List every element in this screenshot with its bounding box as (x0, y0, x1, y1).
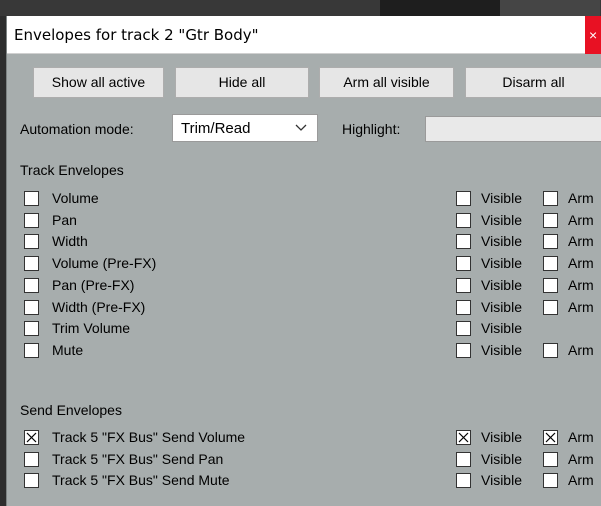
envelope-enable-checkbox[interactable] (24, 430, 39, 445)
envelope-visible-label: Visible (481, 450, 522, 467)
envelope-name: Track 5 "FX Bus" Send Volume (52, 429, 246, 445)
envelope-arm-label: Arm (568, 276, 594, 293)
automation-mode-label: Automation mode: (20, 121, 134, 137)
envelope-arm-checkbox[interactable] (543, 473, 558, 489)
envelope-enable-checkbox[interactable] (24, 451, 39, 467)
highlight-input[interactable] (425, 116, 601, 142)
envelope-enable-checkbox[interactable] (24, 234, 39, 250)
envelope-enable-checkbox[interactable] (24, 299, 39, 315)
chevron-down-icon (295, 124, 307, 131)
envelope-arm-label: Arm (568, 472, 594, 489)
envelopes-dialog: Envelopes for track 2 "Gtr Body" × Show … (6, 16, 601, 506)
envelope-visible-checkbox[interactable] (456, 430, 471, 445)
check-x-icon (26, 432, 37, 443)
envelope-arm-label: Arm (568, 341, 594, 358)
envelope-arm-checkbox[interactable] (543, 212, 558, 228)
envelope-enable-checkbox[interactable] (24, 191, 39, 206)
envelope-arm-label: Arm (568, 450, 594, 467)
envelope-arm-checkbox[interactable] (543, 342, 558, 358)
close-icon: × (589, 27, 598, 43)
envelope-name: Pan (52, 211, 77, 228)
envelope-visible-label: Visible (481, 233, 522, 250)
envelope-arm-checkbox[interactable] (543, 451, 558, 467)
envelope-arm-checkbox[interactable] (543, 299, 558, 315)
envelope-visible-checkbox[interactable] (456, 212, 471, 228)
envelope-name: Width (52, 233, 88, 250)
envelope-visible-checkbox[interactable] (456, 256, 471, 272)
envelope-enable-checkbox[interactable] (24, 212, 39, 228)
envelope-enable-checkbox[interactable] (24, 473, 39, 489)
envelope-arm-label: Arm (568, 429, 594, 445)
envelope-arm-checkbox[interactable] (543, 234, 558, 250)
envelope-visible-checkbox[interactable] (456, 473, 471, 489)
track-envelopes-heading: Track Envelopes (20, 162, 124, 178)
envelope-arm-label: Arm (568, 233, 594, 250)
title-bar[interactable]: Envelopes for track 2 "Gtr Body" × (7, 16, 601, 54)
background-window-segment (500, 0, 600, 16)
envelope-visible-checkbox[interactable] (456, 277, 471, 293)
close-button[interactable]: × (585, 16, 601, 54)
envelope-visible-label: Visible (481, 341, 522, 358)
disarm-all-button[interactable]: Disarm all (465, 67, 601, 98)
envelope-enable-checkbox[interactable] (24, 277, 39, 293)
background-window-segment (380, 0, 500, 16)
envelope-visible-checkbox[interactable] (456, 321, 471, 337)
envelope-name: Volume (52, 190, 99, 206)
show-all-active-button[interactable]: Show all active (33, 67, 164, 98)
envelope-visible-label: Visible (481, 190, 522, 206)
envelope-name: Width (Pre-FX) (52, 298, 146, 315)
send-envelopes-heading: Send Envelopes (20, 402, 122, 418)
envelope-visible-checkbox[interactable] (456, 191, 471, 206)
envelope-name: Mute (52, 341, 84, 358)
envelope-arm-label: Arm (568, 190, 594, 206)
envelope-visible-checkbox[interactable] (456, 342, 471, 358)
envelope-enable-checkbox[interactable] (24, 321, 39, 337)
envelope-name: Trim Volume (52, 320, 131, 337)
envelope-arm-label: Arm (568, 255, 594, 272)
envelope-visible-checkbox[interactable] (456, 234, 471, 250)
envelope-name: Pan (Pre-FX) (52, 276, 135, 293)
envelope-arm-label: Arm (568, 298, 594, 315)
envelope-visible-label: Visible (481, 276, 522, 293)
automation-mode-select[interactable]: Trim/Read (172, 114, 318, 142)
window-title: Envelopes for track 2 "Gtr Body" (14, 26, 259, 44)
envelope-visible-label: Visible (481, 320, 522, 337)
envelope-name: Track 5 "FX Bus" Send Pan (52, 450, 224, 467)
highlight-label: Highlight: (342, 121, 401, 137)
envelope-visible-label: Visible (481, 255, 522, 272)
envelope-arm-label: Arm (568, 211, 594, 228)
envelope-arm-checkbox[interactable] (543, 191, 558, 206)
envelope-visible-checkbox[interactable] (456, 299, 471, 315)
check-x-icon (458, 432, 469, 443)
envelope-visible-label: Visible (481, 211, 522, 228)
envelope-visible-label: Visible (481, 429, 522, 445)
envelope-visible-label: Visible (481, 472, 522, 489)
envelope-enable-checkbox[interactable] (24, 256, 39, 272)
hide-all-button[interactable]: Hide all (175, 67, 309, 98)
envelope-name: Volume (Pre-FX) (52, 255, 157, 272)
arm-all-visible-button[interactable]: Arm all visible (319, 67, 454, 98)
envelope-arm-checkbox[interactable] (543, 256, 558, 272)
envelope-visible-label: Visible (481, 298, 522, 315)
envelope-arm-checkbox[interactable] (543, 430, 558, 445)
automation-mode-value: Trim/Read (181, 120, 251, 137)
background-window-strip (0, 0, 601, 16)
check-x-icon (545, 432, 556, 443)
envelope-arm-checkbox[interactable] (543, 277, 558, 293)
envelope-visible-checkbox[interactable] (456, 451, 471, 467)
envelope-enable-checkbox[interactable] (24, 342, 39, 358)
envelope-name: Track 5 "FX Bus" Send Mute (52, 472, 230, 489)
